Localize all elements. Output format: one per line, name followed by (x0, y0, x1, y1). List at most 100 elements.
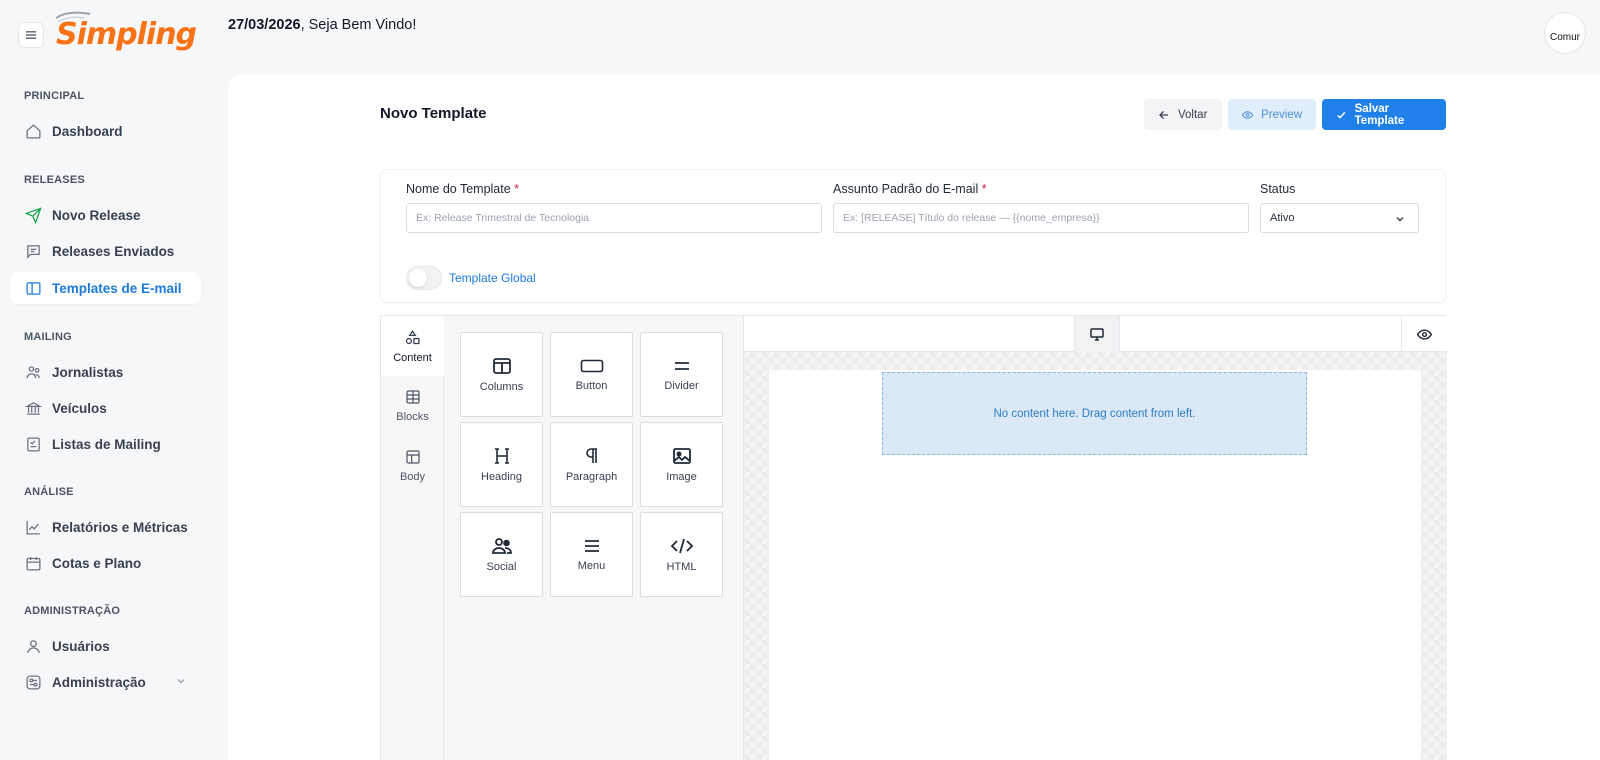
bank-icon (24, 399, 42, 417)
email-subject-input[interactable]: Ex: [RELEASE] Título do release — {{nome… (833, 203, 1249, 233)
template-global-label: Template Global (449, 271, 536, 285)
back-button-label: Voltar (1178, 108, 1208, 121)
menu-icon (584, 539, 599, 552)
avatar[interactable]: Comur (1544, 12, 1586, 54)
nav-section-mailing: MAILING (24, 331, 72, 343)
columns-icon (492, 357, 511, 374)
message-icon (24, 242, 42, 260)
divider-icon (674, 361, 689, 370)
page-title: Novo Template (380, 105, 487, 122)
sidebar-item-label: Jornalistas (52, 364, 124, 380)
paragraph-icon (585, 447, 597, 463)
list-icon (24, 435, 42, 453)
sidebar-item-administracao[interactable]: Administração (10, 666, 201, 698)
sidebar-item-label: Administração (52, 674, 146, 690)
code-icon (670, 538, 693, 553)
shapes-icon (405, 329, 420, 344)
empty-dropzone[interactable]: No content here. Drag content from left. (882, 372, 1307, 455)
sidebar: Simpling PRINCIPAL Dashboard RELEASES No… (0, 0, 212, 760)
sidebar-item-label: Templates de E-mail (52, 280, 182, 296)
status-label: Status (1260, 182, 1296, 196)
body-icon (405, 450, 420, 464)
sidebar-item-cotas-plano[interactable]: Cotas e Plano (10, 547, 201, 579)
sidebar-item-templates-email[interactable]: Templates de E-mail (10, 272, 201, 304)
sidebar-item-releases-enviados[interactable]: Releases Enviados (10, 235, 201, 267)
tool-image[interactable]: Image (640, 422, 723, 507)
email-body: No content here. Drag content from left. (769, 370, 1421, 760)
user-icon (24, 637, 42, 655)
chart-icon (24, 518, 42, 536)
avatar-alt-text: Comur (1549, 31, 1580, 43)
nav-section-principal: PRINCIPAL (24, 90, 85, 102)
nav-section-analise: ANÁLISE (24, 486, 74, 498)
sidebar-item-usuarios[interactable]: Usuários (10, 630, 201, 662)
tool-html[interactable]: HTML (640, 512, 723, 597)
template-global-toggle[interactable] (406, 266, 442, 290)
brand-logo[interactable]: Simpling (55, 11, 197, 56)
sidebar-item-label: Cotas e Plano (52, 555, 142, 571)
check-icon (1337, 111, 1346, 119)
sidebar-item-label: Novo Release (52, 207, 141, 223)
tab-content[interactable]: Content (381, 316, 444, 376)
tool-heading[interactable]: Heading (460, 422, 543, 507)
desktop-view-button[interactable] (1074, 316, 1120, 352)
tool-paragraph[interactable]: Paragraph (550, 422, 633, 507)
tab-body[interactable]: Body (381, 436, 444, 496)
tool-button[interactable]: Button (550, 332, 633, 417)
menu-icon (26, 31, 36, 39)
send-icon (24, 206, 42, 224)
users-icon (24, 363, 42, 381)
sidebar-item-veiculos[interactable]: Veículos (10, 392, 201, 424)
nav-section-releases: RELEASES (24, 174, 85, 186)
email-editor: Content Blocks Body Columns Button Divid… (380, 315, 1447, 760)
sidebar-toggle-button[interactable] (18, 22, 44, 48)
calendar-icon (24, 554, 42, 572)
preview-toggle-button[interactable] (1401, 316, 1447, 352)
sidebar-item-listas-mailing[interactable]: Listas de Mailing (10, 428, 201, 460)
sidebar-item-jornalistas[interactable]: Jornalistas (10, 356, 201, 388)
canvas-toolbar (744, 316, 1447, 352)
preview-button[interactable]: Preview (1228, 99, 1316, 130)
content-palette: Columns Button Divider Heading Paragraph… (444, 316, 744, 760)
template-name-label: Nome do Template * (406, 182, 520, 196)
email-canvas: No content here. Drag content from left. (744, 352, 1447, 760)
status-select[interactable]: Ativo (1260, 203, 1419, 233)
back-button[interactable]: Voltar (1144, 99, 1222, 130)
sidebar-item-label: Dashboard (52, 123, 123, 139)
email-subject-label: Assunto Padrão do E-mail * (833, 182, 987, 196)
sidebar-item-label: Releases Enviados (52, 243, 175, 259)
image-icon (672, 447, 691, 464)
nav-section-administracao: ADMINISTRAÇÃO (24, 605, 121, 617)
template-name-input[interactable]: Ex: Release Trimestral de Tecnologia (406, 203, 822, 233)
button-icon (580, 359, 603, 372)
sidebar-item-relatorios[interactable]: Relatórios e Métricas (10, 511, 201, 543)
blocks-icon (405, 390, 420, 404)
social-icon (491, 537, 512, 554)
desktop-icon (1090, 327, 1104, 341)
arrow-left-icon (1159, 110, 1168, 119)
heading-icon (494, 447, 509, 464)
eye-icon (1242, 110, 1254, 119)
logo-swoosh-icon (55, 11, 91, 23)
welcome-message: 27/03/2026, Seja Bem Vindo! (228, 17, 416, 33)
welcome-text: , Seja Bem Vindo! (300, 17, 417, 33)
sidebar-item-label: Relatórios e Métricas (52, 519, 188, 535)
home-icon (24, 122, 42, 140)
sidebar-item-label: Listas de Mailing (52, 436, 161, 452)
tool-divider[interactable]: Divider (640, 332, 723, 417)
layout-icon (24, 279, 42, 297)
chevron-down-icon[interactable] (175, 675, 187, 687)
editor-tabs: Content Blocks Body (381, 316, 444, 760)
eye-icon (1417, 328, 1432, 340)
sidebar-item-label: Usuários (52, 638, 110, 654)
tab-blocks[interactable]: Blocks (381, 376, 444, 436)
tool-menu[interactable]: Menu (550, 512, 633, 597)
save-template-button[interactable]: Salvar Template (1322, 99, 1446, 130)
sidebar-item-dashboard[interactable]: Dashboard (10, 115, 201, 147)
tool-columns[interactable]: Columns (460, 332, 543, 417)
sidebar-item-novo-release[interactable]: Novo Release (10, 199, 201, 231)
save-button-label: Salvar Template (1354, 102, 1405, 127)
current-date: 27/03/2026 (228, 17, 301, 33)
tool-social[interactable]: Social (460, 512, 543, 597)
chevron-down-icon (1396, 217, 1404, 222)
